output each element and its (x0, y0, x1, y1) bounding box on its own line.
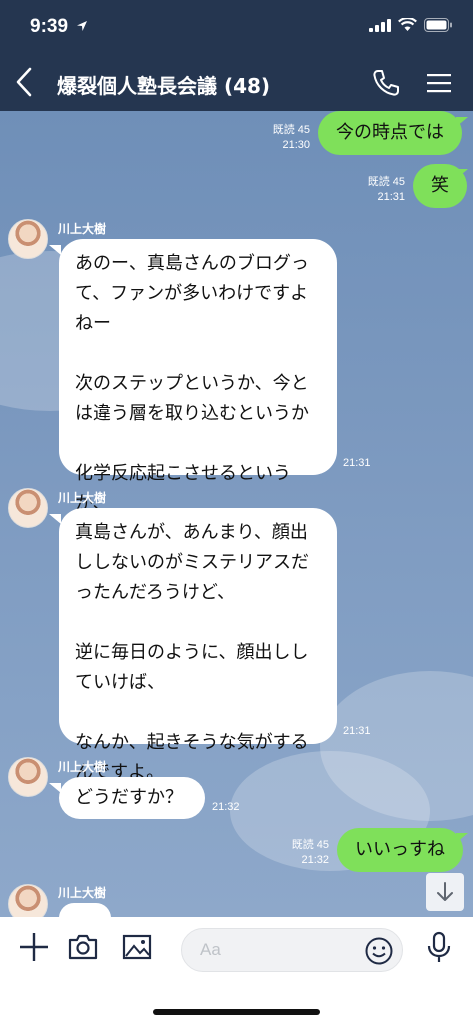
location-arrow-icon (77, 21, 87, 31)
avatar[interactable] (8, 884, 48, 917)
back-chevron-icon[interactable] (12, 65, 38, 99)
plus-icon[interactable] (18, 931, 50, 963)
message-bubble-sent[interactable]: 今の時点では (318, 111, 462, 155)
message-bubble-sent[interactable]: いいっすね (337, 828, 463, 872)
menu-icon[interactable] (425, 70, 453, 96)
arrow-down-icon (437, 882, 453, 901)
battery-icon (424, 18, 452, 32)
microphone-icon[interactable] (423, 931, 455, 963)
phone-icon[interactable] (371, 68, 401, 98)
bubble-tail (456, 833, 468, 843)
avatar[interactable] (8, 219, 48, 259)
bubble-tail (49, 783, 61, 793)
chat-area[interactable]: 既読 45 21:30 今の時点では 既読 45 21:31 笑 川上大樹 あの… (0, 111, 473, 917)
message-meta: 既読 45 21:32 (269, 838, 329, 868)
message-bubble-received[interactable]: どうだすか？ (59, 777, 205, 819)
message-time: 21:32 (212, 801, 240, 813)
input-placeholder: Aa (200, 940, 221, 959)
sender-name: 川上大樹 (58, 222, 107, 236)
read-receipt: 既読 45 (272, 124, 310, 136)
status-time: 9:39 (30, 16, 69, 37)
message-time: 21:32 (301, 854, 329, 866)
sender-name: 川上大樹 (58, 760, 107, 774)
bubble-tail (49, 245, 61, 255)
avatar[interactable] (8, 488, 48, 528)
sender-name: 川上大樹 (58, 491, 107, 505)
message-toolbar: Aa (0, 917, 473, 1024)
message-bubble-received[interactable]: 真島さんが、あんまり、顔出 ししないのがミステリアスだ ったんだろうけど、 逆に… (59, 508, 337, 783)
message-bubble-received[interactable] (59, 903, 111, 917)
chat-title: 爆裂個人塾長会議 (48) (57, 74, 271, 98)
message-input[interactable]: Aa (181, 928, 403, 972)
wifi-icon (398, 18, 417, 31)
camera-icon[interactable] (67, 931, 99, 963)
sender-name: 川上大樹 (58, 886, 107, 900)
read-receipt: 既読 45 (367, 176, 405, 188)
message-time: 21:31 (343, 725, 371, 737)
message-time: 21:30 (282, 139, 310, 151)
image-icon[interactable] (121, 931, 153, 963)
message-time: 21:31 (343, 457, 371, 469)
emoji-icon[interactable] (364, 936, 394, 966)
avatar[interactable] (8, 757, 48, 797)
home-indicator (153, 1009, 320, 1015)
message-meta: 既読 45 21:30 (250, 123, 310, 153)
message-bubble-received[interactable]: あのー、真島さんのブログっ て、ファンが多いわけですよ ねー 次のステップという… (59, 239, 337, 514)
message-meta: 既読 45 21:31 (345, 175, 405, 205)
bubble-tail (456, 117, 468, 127)
bubble-tail (456, 169, 468, 179)
bubble-tail (49, 514, 61, 524)
read-receipt: 既読 45 (291, 839, 329, 851)
status-indicators (369, 18, 453, 32)
scroll-to-bottom-button[interactable] (426, 873, 464, 911)
chat-header: 9:39 爆裂個人塾長会議 (48) (0, 0, 473, 111)
message-time: 21:31 (377, 191, 405, 203)
signal-icon (369, 18, 391, 32)
